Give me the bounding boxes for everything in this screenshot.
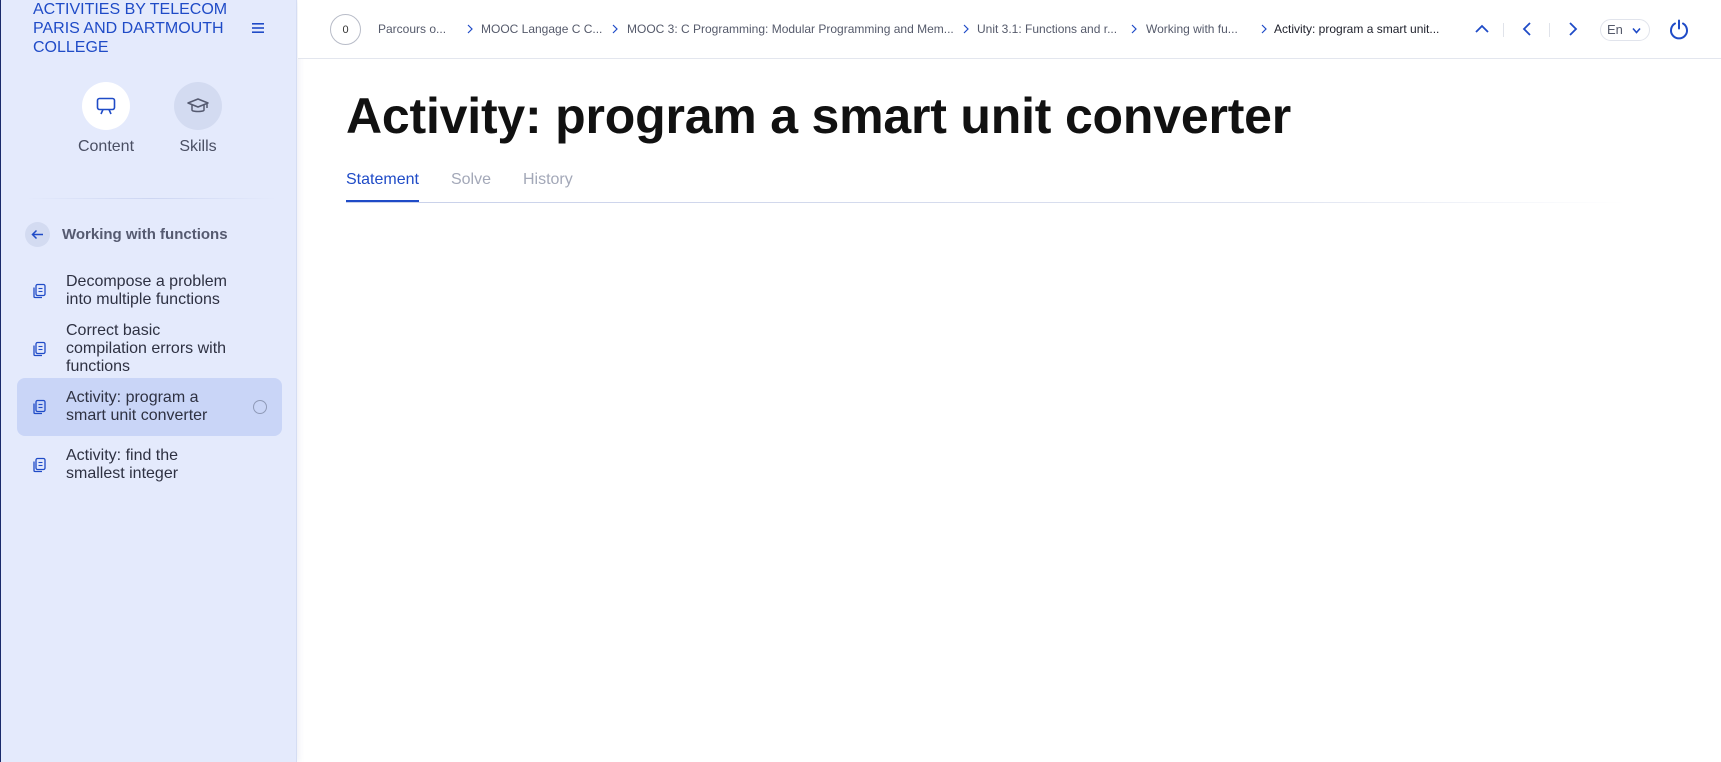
chevron-right-icon	[612, 24, 618, 34]
document-icon	[33, 283, 46, 299]
top-bar: 0 Parcours o... MOOC Langage C C... MOOC…	[298, 0, 1721, 59]
breadcrumb-item[interactable]: Working with fu...	[1146, 22, 1238, 36]
chevron-left-icon[interactable]	[1518, 20, 1536, 38]
back-arrow-circle	[25, 222, 50, 247]
list-item-label: Decompose a problem into multiple functi…	[66, 273, 227, 308]
chevron-up-icon[interactable]	[1473, 20, 1491, 38]
list-item[interactable]: Correct basic compilation errors with fu…	[17, 320, 282, 378]
breadcrumb-current: Activity: program a smart unit...	[1274, 22, 1440, 36]
chevron-right-icon	[1261, 24, 1267, 34]
tab-statement[interactable]: Statement	[346, 169, 419, 203]
main-content: Activity: program a smart unit converter…	[298, 59, 1721, 762]
breadcrumb-item[interactable]: Parcours o...	[378, 22, 446, 36]
list-item[interactable]: Activity: find the smallest integer	[17, 436, 282, 494]
chapter-title: Working with functions	[62, 226, 228, 243]
tab-history[interactable]: History	[523, 169, 573, 203]
power-icon[interactable]	[1668, 18, 1690, 40]
mode-content-button[interactable]: Content	[56, 82, 156, 156]
page-title: Activity: program a smart unit converter	[346, 88, 1292, 144]
list-item-label: Correct basic compilation errors with fu…	[66, 322, 227, 375]
language-select[interactable]: En	[1600, 19, 1650, 41]
list-item-active[interactable]: Activity: program a smart unit converter	[17, 378, 282, 436]
arrow-left-icon	[31, 229, 43, 240]
list-item[interactable]: Decompose a problem into multiple functi…	[17, 262, 282, 320]
document-icon	[33, 457, 46, 473]
chevron-right-icon	[467, 24, 473, 34]
tab-solve[interactable]: Solve	[451, 169, 491, 203]
hamburger-menu-icon[interactable]	[251, 21, 265, 35]
nav-separator	[1549, 23, 1550, 37]
chevron-down-icon	[1632, 27, 1641, 34]
document-icon	[33, 341, 46, 357]
list-item-label: Activity: program a smart unit converter	[66, 389, 208, 424]
nav-separator	[1503, 23, 1504, 37]
mode-content-label: Content	[77, 138, 135, 155]
mode-content-circle	[82, 82, 130, 130]
chevron-right-icon	[963, 24, 969, 34]
presentation-board-icon	[96, 97, 116, 115]
score-badge[interactable]: 0	[330, 14, 361, 45]
mode-skills-label: Skills	[179, 138, 217, 155]
breadcrumb-item[interactable]: Unit 3.1: Functions and r...	[977, 22, 1117, 36]
status-circle-icon	[253, 400, 267, 414]
sidebar-divider	[25, 198, 277, 199]
chevron-right-icon[interactable]	[1564, 20, 1582, 38]
chevron-right-icon	[1131, 24, 1137, 34]
mode-skills-button[interactable]: Skills	[148, 82, 248, 156]
tabs: Statement Solve History	[346, 169, 605, 203]
activity-list: Decompose a problem into multiple functi…	[17, 262, 282, 494]
breadcrumb-item[interactable]: MOOC Langage C C...	[481, 22, 602, 36]
mode-skills-circle	[174, 82, 222, 130]
list-item-label: Activity: find the smallest integer	[66, 447, 179, 482]
breadcrumb-item[interactable]: MOOC 3: C Programming: Modular Programmi…	[627, 22, 954, 36]
tabs-underline	[346, 202, 1626, 203]
sidebar: Activities by Telecom Paris and Dartmout…	[1, 0, 297, 762]
graduation-cap-icon	[187, 98, 209, 113]
document-icon	[33, 399, 46, 415]
chapter-back-button[interactable]: Working with functions	[25, 222, 228, 247]
language-value: En	[1607, 22, 1623, 37]
mode-switch: Content Skills	[1, 82, 297, 162]
app-window: Activities by Telecom Paris and Dartmout…	[0, 0, 1721, 762]
sidebar-header[interactable]: Activities by Telecom Paris and Dartmout…	[33, 0, 233, 57]
